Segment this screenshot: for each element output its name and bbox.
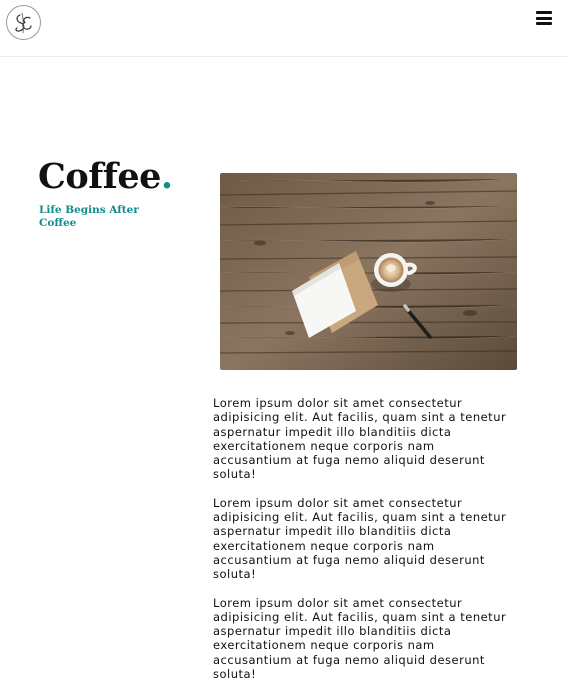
menu-bar xyxy=(536,11,552,14)
top-navbar xyxy=(0,0,567,57)
tagline: Life Begins After Coffee xyxy=(39,204,139,229)
hamburger-menu-icon[interactable] xyxy=(536,10,552,26)
monogram-logo-icon[interactable] xyxy=(6,5,41,40)
photo-illustration xyxy=(220,173,517,370)
coffee-table-photo xyxy=(220,173,517,370)
title-text: Coffee xyxy=(38,156,161,197)
body-paragraph: Lorem ipsum dolor sit amet consectetur a… xyxy=(213,396,507,482)
page-title: Coffee. xyxy=(38,156,173,197)
body-paragraph: Lorem ipsum dolor sit amet consectetur a… xyxy=(213,495,507,582)
title-accent-dot: . xyxy=(160,156,173,197)
logo-script-glyph xyxy=(14,12,32,33)
article-body: Lorem ipsum dolor sit amet consectetur a… xyxy=(213,396,515,695)
body-paragraph: Lorem ipsum dolor sit amet consectetur a… xyxy=(213,595,507,682)
menu-bar xyxy=(536,16,552,20)
menu-bar xyxy=(536,22,552,25)
